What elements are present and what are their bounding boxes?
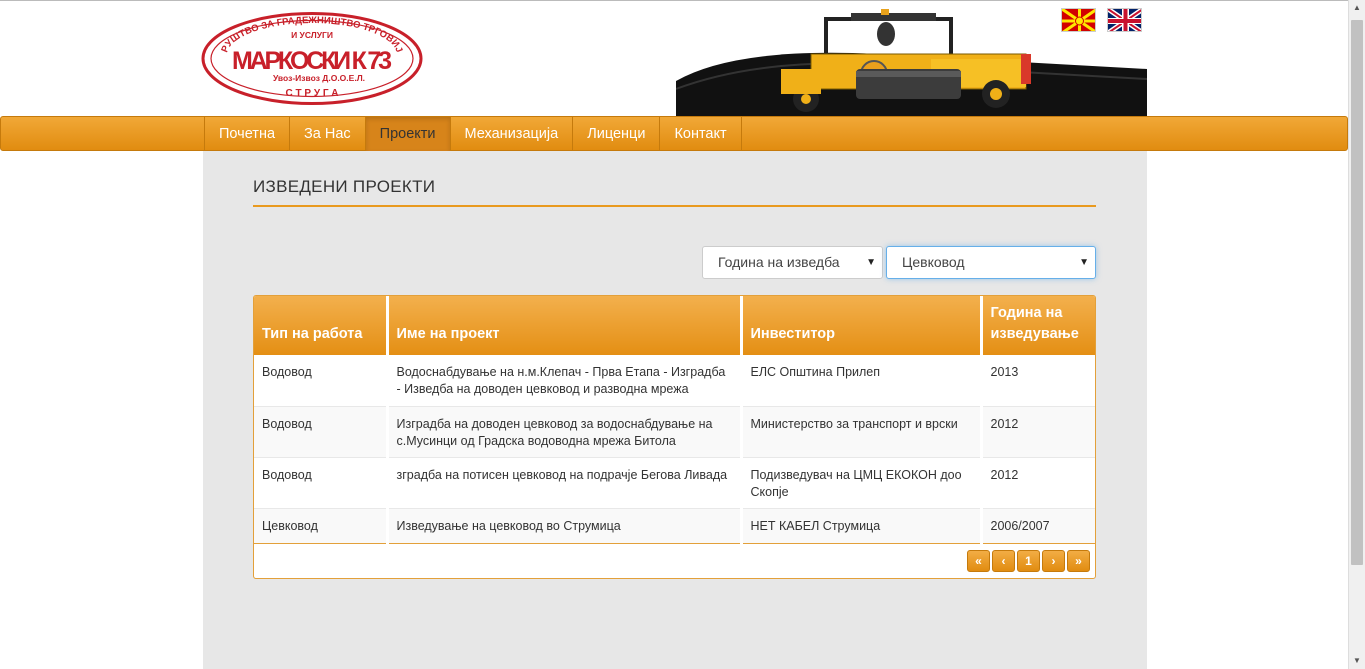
pagination-next-button[interactable]: › (1042, 550, 1065, 572)
table-header-row: Тип на работа Име на проект Инвеститор Г… (254, 296, 1095, 355)
cell-work-type: Водовод (254, 457, 389, 509)
nav-item-about[interactable]: За Нас (290, 117, 366, 151)
cell-work-type: Водовод (254, 355, 389, 407)
projects-table-container: Тип на работа Име на проект Инвеститор Г… (253, 295, 1096, 579)
column-header-year[interactable]: Година на изведување (981, 296, 1095, 355)
pagination-page-1-button[interactable]: 1 (1017, 550, 1040, 572)
projects-table: Тип на работа Име на проект Инвеститор Г… (254, 296, 1095, 544)
cell-project-name: Водоснабдување на н.м.Клепач - Прва Етап… (387, 355, 743, 407)
main-navbar: Почетна За Нас Проекти Механизација Лице… (0, 116, 1348, 151)
cell-investor: Министерство за транспорт и врски (741, 406, 983, 458)
logo-import-export: Увоз-Извоз Д.О.О.Е.Л. (273, 73, 365, 83)
year-filter-value: Година на изведба (718, 254, 840, 270)
cell-investor: ЕЛС Општина Прилеп (741, 355, 983, 407)
column-header-work-type[interactable]: Тип на работа (254, 296, 389, 355)
company-logo[interactable]: ДРУШТВО ЗА ГРАДЕЖНИШТВО ТРГОВИЈА И УСЛУГ… (201, 11, 423, 106)
nav-item-home[interactable]: Почетна (205, 117, 291, 151)
scroll-up-arrow-icon[interactable]: ▲ (1349, 0, 1365, 16)
cell-work-type: Водовод (254, 406, 389, 458)
uk-flag-icon[interactable] (1107, 8, 1142, 32)
scrollbar-thumb[interactable] (1351, 20, 1363, 565)
pagination: « ‹ 1 › » (967, 550, 1090, 572)
column-header-project-name[interactable]: Име на проект (387, 296, 743, 355)
cell-year: 2012 (981, 406, 1095, 458)
type-filter-value: Цевковод (902, 254, 965, 270)
site-header: ДРУШТВО ЗА ГРАДЕЖНИШТВО ТРГОВИЈА И УСЛУГ… (0, 1, 1348, 116)
table-row: Водовод Водоснабдување на н.м.Клепач - П… (254, 355, 1095, 407)
main-content: ИЗВЕДЕНИ ПРОЕКТИ Година на изведба ▼ Цев… (203, 151, 1147, 669)
macedonia-flag-icon[interactable] (1061, 8, 1096, 32)
page-scrollbar[interactable]: ▲ ▼ (1348, 0, 1365, 669)
logo-company-name: МАРКОСКИ К 73 (232, 47, 392, 75)
nav-item-contact[interactable]: Контакт (660, 117, 742, 151)
pagination-first-button[interactable]: « (967, 550, 990, 572)
table-row: Водовод Изградба на доводен цевковод за … (254, 406, 1095, 458)
nav-item-machinery[interactable]: Механизација (451, 117, 574, 151)
cell-investor: Подизведувач на ЦМЦ ЕКОКОН доо Скопје (741, 457, 983, 509)
cell-year: 2013 (981, 355, 1095, 407)
cell-year: 2006/2007 (981, 508, 1095, 544)
cell-project-name: Изградба на доводен цевковод за водоснаб… (387, 406, 743, 458)
nav-menu: Почетна За Нас Проекти Механизација Лице… (204, 117, 742, 151)
pagination-last-button[interactable]: » (1067, 550, 1090, 572)
type-filter-select[interactable]: Цевковод ▼ (886, 246, 1096, 279)
chevron-down-icon: ▼ (866, 257, 876, 268)
scroll-down-arrow-icon[interactable]: ▼ (1349, 653, 1365, 669)
cell-year: 2012 (981, 457, 1095, 509)
cell-project-name: Изведување на цевковод во Струмица (387, 508, 743, 544)
column-header-investor[interactable]: Инвеститор (741, 296, 983, 355)
logo-city: С Т Р У Г А (285, 88, 338, 99)
cell-project-name: зградба на потисен цевковод на подрачје … (387, 457, 743, 509)
pagination-prev-button[interactable]: ‹ (992, 550, 1015, 572)
year-filter-select[interactable]: Година на изведба ▼ (702, 246, 883, 279)
title-divider (253, 205, 1096, 207)
table-row: Цевковод Изведување на цевковод во Струм… (254, 508, 1095, 544)
logo-subline: И УСЛУГИ (291, 30, 333, 40)
chevron-down-icon: ▼ (1079, 257, 1089, 268)
cell-work-type: Цевковод (254, 508, 389, 544)
cell-investor: НЕТ КАБЕЛ Струмица (741, 508, 983, 544)
nav-item-licenses[interactable]: Лиценци (573, 117, 661, 151)
page-title: ИЗВЕДЕНИ ПРОЕКТИ (253, 177, 436, 196)
nav-item-projects[interactable]: Проекти (365, 117, 451, 151)
table-row: Водовод зградба на потисен цевковод на п… (254, 457, 1095, 509)
